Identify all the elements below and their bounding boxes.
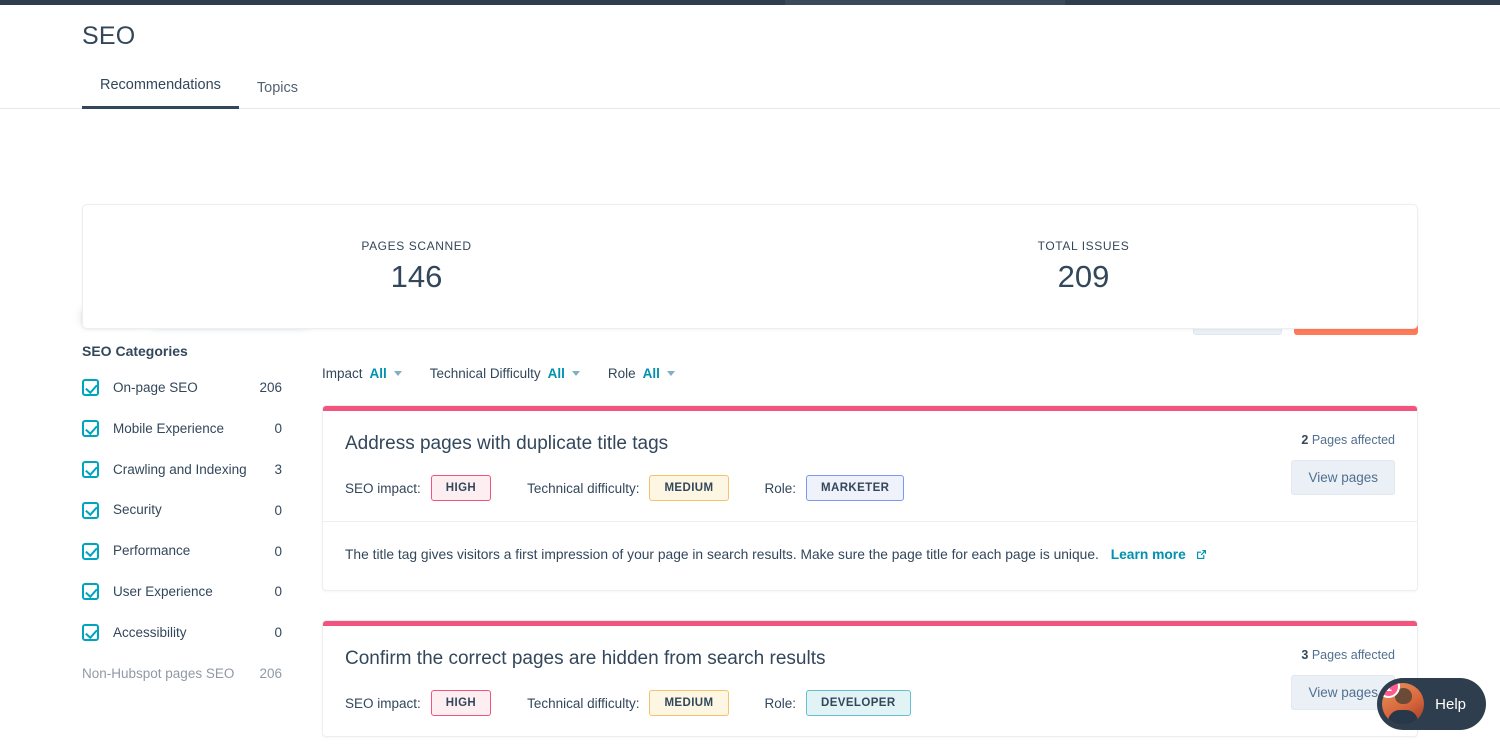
sidebar-item-count: 0 — [274, 625, 282, 641]
view-pages-button[interactable]: View pages — [1291, 460, 1395, 495]
card-actions: 2 Pages affected View pages — [1291, 433, 1395, 495]
recommendation-card: Address pages with duplicate title tags … — [322, 405, 1418, 592]
pages-affected: 2 Pages affected — [1291, 433, 1395, 447]
pages-affected-count: 2 — [1301, 433, 1309, 447]
stat-value: 209 — [1057, 258, 1110, 294]
filter-value[interactable]: All — [643, 366, 660, 381]
notification-badge: 1 — [1382, 683, 1401, 698]
checkbox-checked-icon[interactable] — [82, 461, 99, 479]
sidebar-item-label: Performance — [113, 543, 191, 559]
technical-difficulty-badge: MEDIUM — [649, 475, 729, 501]
stat-pages-scanned: PAGES SCANNED 146 — [83, 205, 750, 328]
card-body: Confirm the correct pages are hidden fro… — [323, 626, 1417, 736]
seo-impact-badge: HIGH — [430, 690, 492, 716]
role-label: Role: — [764, 695, 797, 711]
pages-affected-text: Pages affected — [1311, 648, 1395, 662]
sidebar-item-label: Security — [113, 502, 162, 518]
pages-affected-count: 3 — [1301, 648, 1309, 662]
chevron-down-icon — [393, 371, 402, 376]
chevron-down-icon — [666, 371, 675, 376]
sidebar-item-label: Non-Hubspot pages SEO — [82, 665, 235, 681]
checkbox-checked-icon[interactable] — [82, 583, 99, 601]
sidebar-item-label: Accessibility — [113, 624, 187, 640]
filter-label: Role — [607, 366, 636, 381]
pages-affected-text: Pages affected — [1311, 433, 1395, 447]
sidebar-item-partially-visible[interactable]: Non-Hubspot pages SEO 206 — [82, 665, 282, 683]
seo-impact-label: SEO impact: — [345, 695, 421, 711]
recommendation-card: Confirm the correct pages are hidden fro… — [322, 620, 1418, 737]
checkbox-checked-icon[interactable] — [82, 542, 99, 560]
learn-more-link[interactable]: Learn more — [1111, 547, 1208, 562]
sidebar-item-count: 206 — [259, 666, 282, 682]
pages-affected: 3 Pages affected — [1291, 648, 1395, 662]
sidebar-item-count: 0 — [274, 543, 282, 559]
recommendation-meta: SEO impact: HIGH Technical difficulty: M… — [345, 475, 1395, 501]
description-text: The title tag gives visitors a first imp… — [345, 547, 1099, 562]
role-badge: DEVELOPER — [806, 690, 911, 716]
recommendation-title: Confirm the correct pages are hidden fro… — [345, 648, 826, 669]
page-header: SEO Recommendations Topics — [0, 5, 1500, 109]
chevron-down-icon — [571, 371, 580, 376]
filter-value[interactable]: All — [370, 366, 387, 381]
seo-categories-sidebar: SEO Categories On-page SEO 206 Mobile Ex… — [82, 343, 282, 706]
technical-difficulty-badge: MEDIUM — [649, 690, 729, 716]
sidebar-item-count: 0 — [274, 502, 282, 518]
card-body: Address pages with duplicate title tags … — [323, 411, 1417, 521]
tab-bar: Recommendations Topics — [82, 67, 316, 109]
learn-more-label: Learn more — [1110, 547, 1186, 562]
sidebar-item-performance[interactable]: Performance 0 — [82, 542, 282, 560]
filter-value[interactable]: All — [548, 366, 565, 381]
sidebar-title: SEO Categories — [82, 343, 188, 359]
sidebar-item-count: 206 — [259, 380, 282, 396]
filter-bar: Impact All Technical Difficulty All Role… — [322, 366, 675, 381]
filter-impact[interactable]: Impact All — [322, 366, 402, 381]
sidebar-item-on-page-seo[interactable]: On-page SEO 206 — [82, 379, 282, 397]
tab-recommendations[interactable]: Recommendations — [82, 77, 239, 109]
sidebar-item-accessibility[interactable]: Accessibility 0 — [82, 624, 282, 642]
checkbox-checked-icon[interactable] — [82, 624, 99, 642]
sidebar-item-mobile-experience[interactable]: Mobile Experience 0 — [82, 420, 282, 438]
recommendation-title: Address pages with duplicate title tags — [345, 433, 669, 454]
sidebar-item-security[interactable]: Security 0 — [82, 501, 282, 519]
sidebar-item-count: 3 — [274, 462, 282, 478]
technical-difficulty-label: Technical difficulty: — [527, 480, 640, 496]
help-label: Help — [1435, 695, 1466, 713]
sidebar-item-label: Mobile Experience — [113, 420, 225, 436]
role-badge: MARKETER — [806, 475, 905, 501]
filter-technical-difficulty[interactable]: Technical Difficulty All — [430, 366, 580, 381]
sidebar-item-count: 0 — [274, 584, 282, 600]
tab-topics[interactable]: Topics — [239, 80, 316, 109]
seo-impact-label: SEO impact: — [345, 480, 421, 496]
stat-label: TOTAL ISSUES — [1037, 238, 1130, 253]
filter-label: Impact — [322, 366, 363, 381]
url-status-row: Last scanned 2 years ago | Rescan now Ac… — [0, 150, 1500, 335]
stats-card: PAGES SCANNED 146 TOTAL ISSUES 209 — [82, 204, 1418, 329]
filter-role[interactable]: Role All — [608, 366, 675, 381]
sidebar-item-label: User Experience — [113, 584, 213, 600]
seo-impact-badge: HIGH — [430, 475, 492, 501]
sidebar-item-label: Crawling and Indexing — [113, 461, 247, 477]
stat-label: PAGES SCANNED — [361, 238, 472, 253]
help-widget[interactable]: 1 Help — [1377, 678, 1486, 730]
sidebar-item-count: 0 — [274, 421, 282, 437]
role-label: Role: — [764, 480, 797, 496]
external-link-icon — [1196, 550, 1206, 559]
recommendation-meta: SEO impact: HIGH Technical difficulty: M… — [345, 690, 1395, 716]
sidebar-item-user-experience[interactable]: User Experience 0 — [82, 583, 282, 601]
stat-value: 146 — [390, 258, 443, 294]
avatar: 1 — [1382, 683, 1425, 725]
checkbox-checked-icon[interactable] — [82, 379, 99, 397]
stat-total-issues: TOTAL ISSUES 209 — [750, 205, 1417, 328]
recommendation-description: The title tag gives visitors a first imp… — [323, 521, 1417, 590]
sidebar-item-crawling-and-indexing[interactable]: Crawling and Indexing 3 — [82, 461, 282, 479]
page-title: SEO — [82, 22, 136, 50]
technical-difficulty-label: Technical difficulty: — [527, 695, 640, 711]
sidebar-item-label: On-page SEO — [113, 380, 198, 395]
filter-label: Technical Difficulty — [429, 366, 541, 381]
checkbox-checked-icon[interactable] — [82, 420, 99, 438]
checkbox-checked-icon[interactable] — [82, 501, 99, 519]
